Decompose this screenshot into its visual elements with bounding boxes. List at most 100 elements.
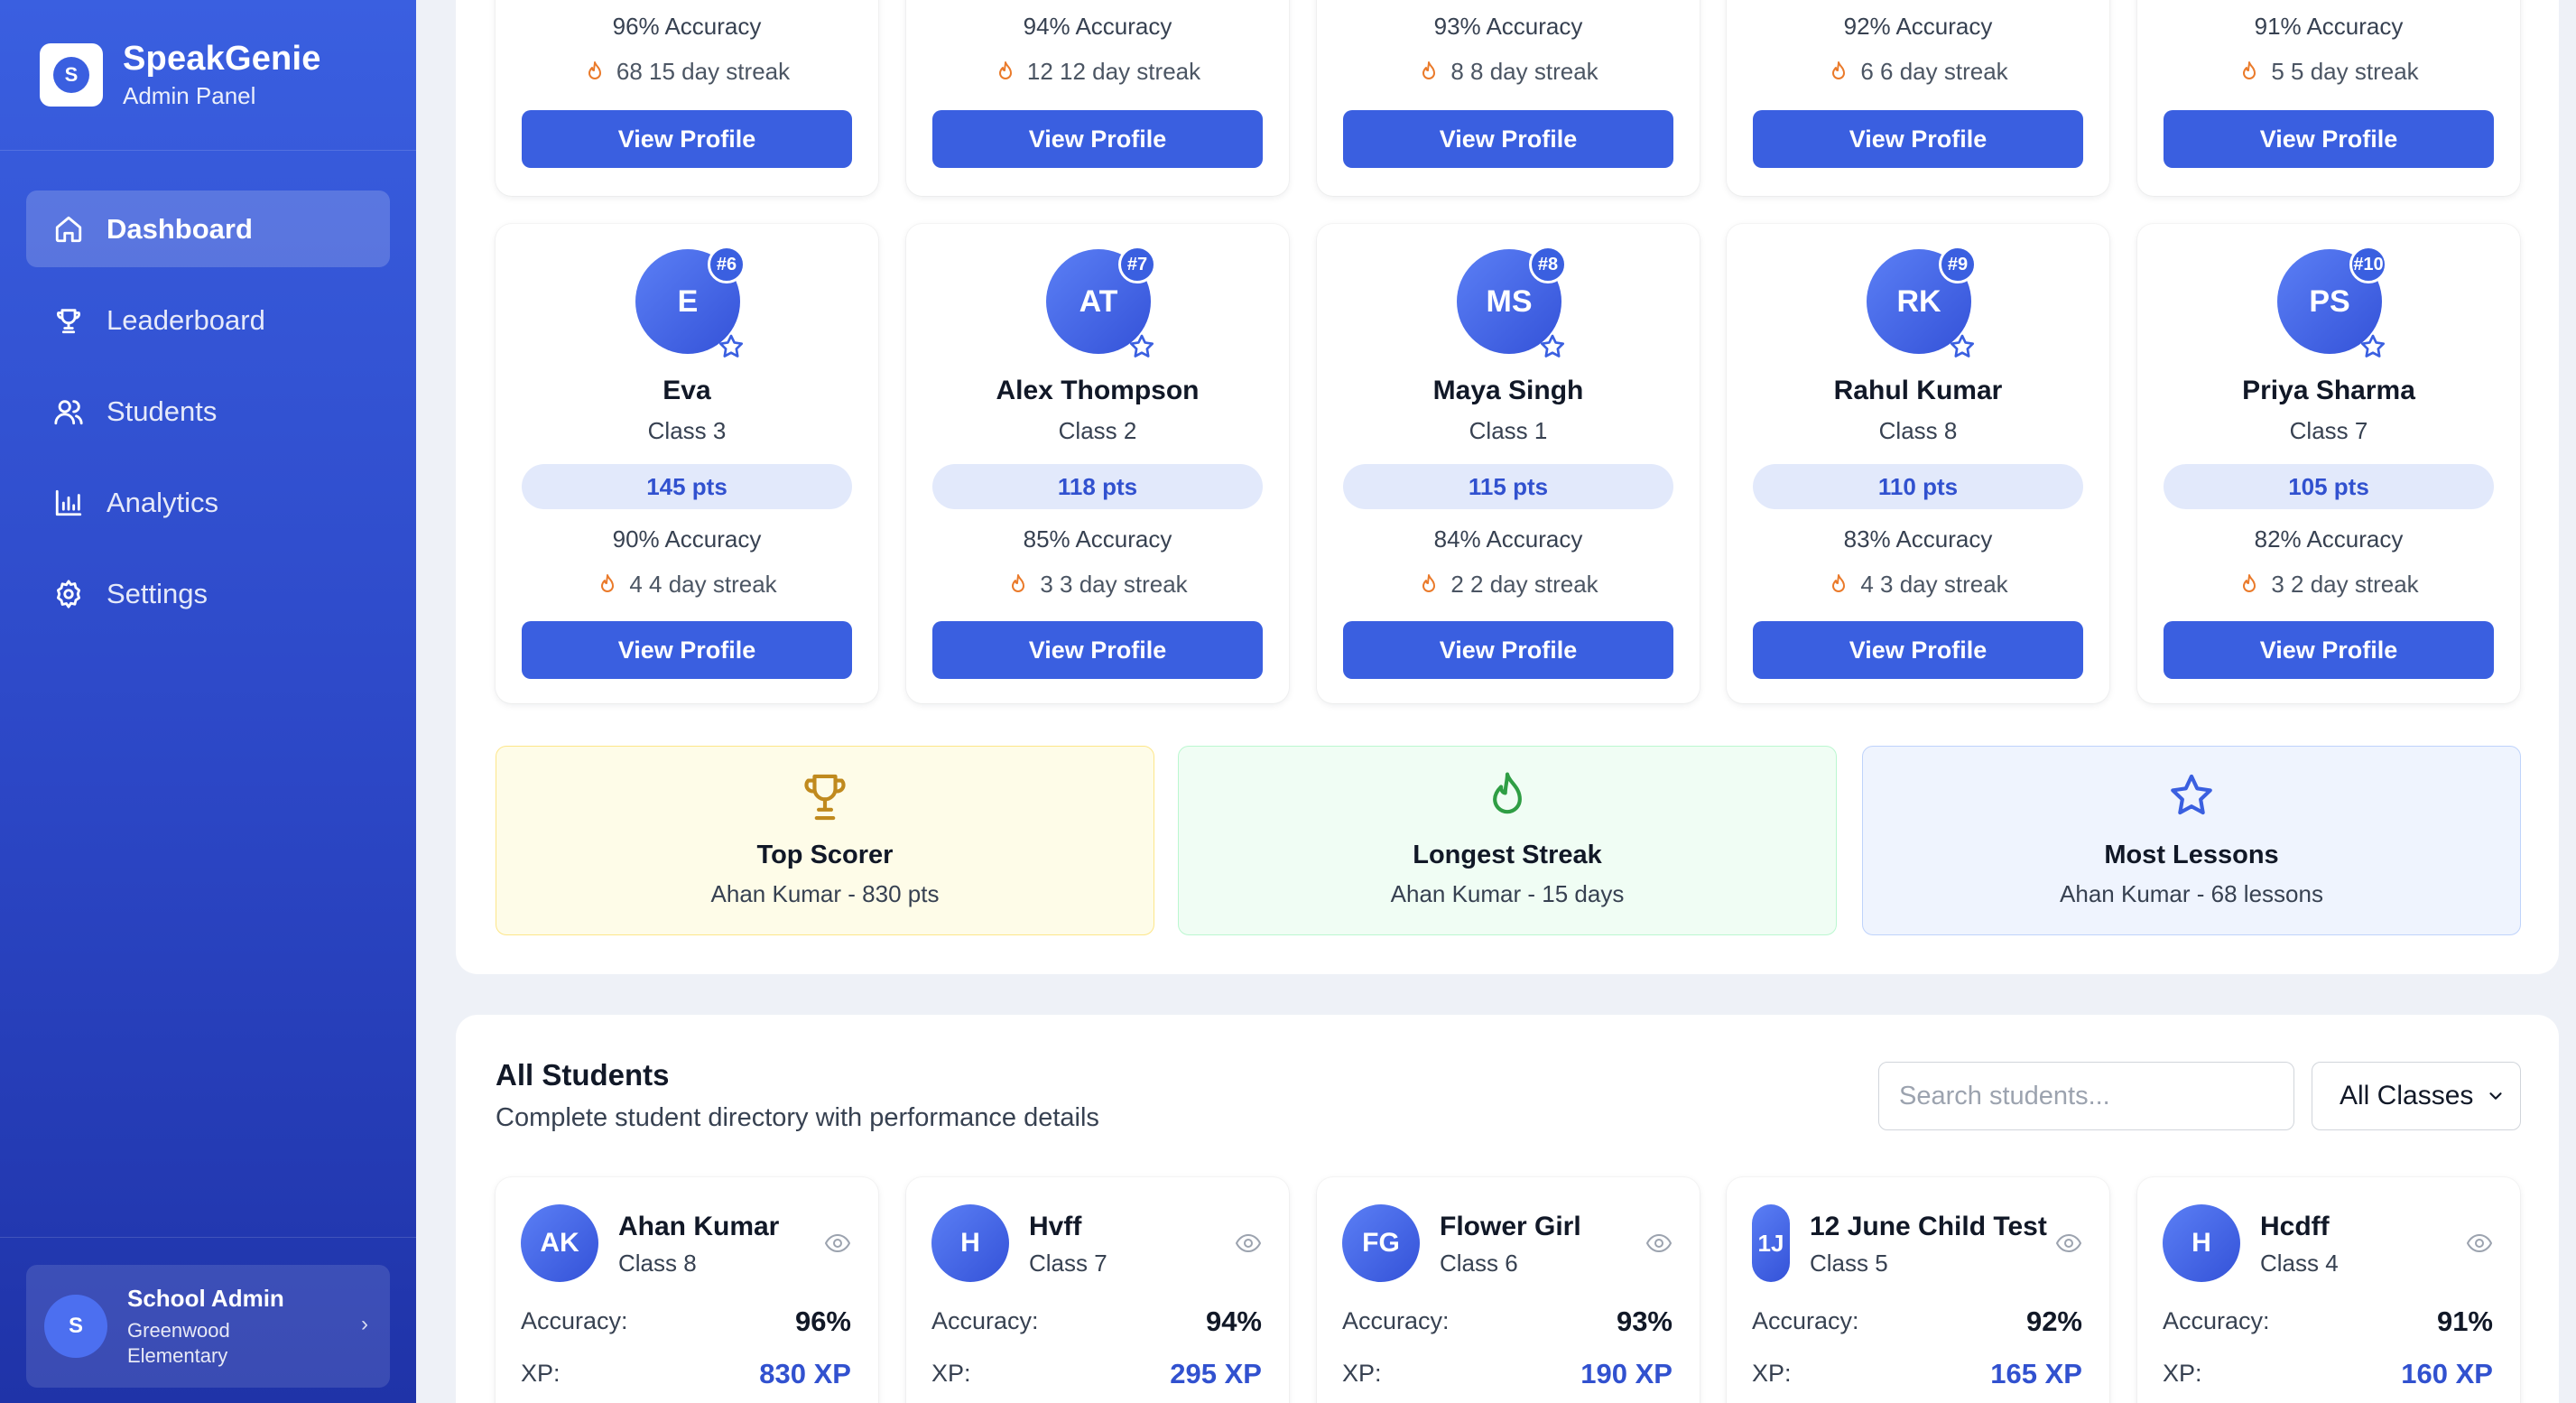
view-profile-button[interactable]: View Profile xyxy=(932,621,1263,679)
streak-text: 12 12 day streak xyxy=(906,58,1289,86)
bar-chart-icon xyxy=(55,489,82,516)
chevron-down-icon xyxy=(2489,1092,2502,1100)
rank-badge: #9 xyxy=(1939,246,1977,283)
eye-icon[interactable] xyxy=(2466,1231,2493,1255)
student-card: H Hcdff Class 4 Accuracy: 91% XP: 160 XP xyxy=(2137,1177,2520,1403)
xp-label: XP: xyxy=(2163,1360,2202,1387)
accuracy-value: 96% xyxy=(794,1305,851,1337)
eye-icon[interactable] xyxy=(824,1231,851,1255)
flame-icon xyxy=(2243,573,2256,592)
sidebar-item-students[interactable]: Students xyxy=(26,373,390,450)
sidebar-item-settings[interactable]: Settings xyxy=(26,555,390,632)
student-name: 12 June Child Test xyxy=(1810,1212,2047,1241)
view-profile-button[interactable]: View Profile xyxy=(1753,110,2083,168)
flame-icon xyxy=(1493,772,1522,814)
streak-text: 3 2 day streak xyxy=(2137,571,2520,599)
app-title: SpeakGenie xyxy=(123,40,321,78)
points-badge: 115 pts xyxy=(1343,464,1673,509)
accuracy-label: Accuracy: xyxy=(2163,1307,2270,1334)
view-profile-button[interactable]: View Profile xyxy=(932,110,1263,168)
avatar: S xyxy=(44,1295,107,1358)
accuracy-value: 93% xyxy=(1616,1305,1673,1337)
view-profile-button[interactable]: View Profile xyxy=(2164,621,2494,679)
streak-text: 4 3 day streak xyxy=(1727,571,2109,599)
star-icon xyxy=(718,334,744,358)
top-student-card: 93% Accuracy 8 8 day streak View Profile xyxy=(1317,0,1700,196)
sidebar-item-dashboard[interactable]: Dashboard xyxy=(26,190,390,267)
leaderboard-card: MS #8 Maya Singh Class 1 115 pts 84% Accu… xyxy=(1317,224,1700,703)
avatar: FG xyxy=(1342,1204,1420,1282)
accuracy-value: 91% xyxy=(2436,1305,2493,1337)
student-card: FG Flower Girl Class 6 Accuracy: 93% XP:… xyxy=(1317,1177,1700,1403)
sidebar-item-leaderboard[interactable]: Leaderboard xyxy=(26,282,390,358)
section-subtitle: Complete student directory with performa… xyxy=(496,1103,1099,1132)
sidebar: S SpeakGenie Admin Panel Dashboard Leade… xyxy=(0,0,416,1403)
top-student-card: 96% Accuracy 68 15 day streak View Profi… xyxy=(496,0,878,196)
achievement-detail: Ahan Kumar - 830 pts xyxy=(710,880,940,907)
xp-label: XP: xyxy=(1752,1360,1792,1387)
eye-icon[interactable] xyxy=(1235,1231,1262,1255)
accuracy-text: 92% Accuracy xyxy=(1843,13,1993,40)
flame-icon xyxy=(1422,573,1436,592)
xp-value: 190 XP xyxy=(1580,1358,1673,1389)
user-name: School Admin xyxy=(127,1284,284,1312)
student-name: Flower Girl xyxy=(1440,1212,1581,1241)
achievement-detail: Ahan Kumar - 68 lessons xyxy=(2060,880,2323,907)
accuracy-label: Accuracy: xyxy=(521,1307,628,1334)
flame-icon xyxy=(1832,573,1846,592)
search-input[interactable] xyxy=(1878,1062,2294,1130)
student-card: AK Ahan Kumar Class 8 Accuracy: 96% XP: … xyxy=(496,1177,878,1403)
eye-icon[interactable] xyxy=(2055,1231,2082,1255)
accuracy-text: 83% Accuracy xyxy=(1843,525,1993,553)
points-badge: 145 pts xyxy=(522,464,852,509)
eye-icon[interactable] xyxy=(1645,1231,1673,1255)
points-badge: 110 pts xyxy=(1753,464,2083,509)
star-icon xyxy=(2360,334,2386,358)
student-name: Eva xyxy=(663,376,711,405)
achievement-title: Top Scorer xyxy=(756,841,894,869)
student-name: Hvff xyxy=(1029,1212,1082,1241)
streak-text: 3 3 day streak xyxy=(906,571,1289,599)
sidebar-item-analytics[interactable]: Analytics xyxy=(26,464,390,541)
student-name: Hcdff xyxy=(2260,1212,2330,1241)
sidebar-item-label: Leaderboard xyxy=(107,303,265,336)
points-badge: 118 pts xyxy=(932,464,1263,509)
student-name: Rahul Kumar xyxy=(1833,376,2003,405)
achievement-detail: Ahan Kumar - 15 days xyxy=(1390,880,1625,907)
xp-value: 160 XP xyxy=(2401,1358,2493,1389)
view-profile-button[interactable]: View Profile xyxy=(1343,110,1673,168)
view-profile-button[interactable]: View Profile xyxy=(522,110,852,168)
view-profile-button[interactable]: View Profile xyxy=(1753,621,2083,679)
user-profile-card[interactable]: S School Admin Greenwood Elementary › xyxy=(26,1265,390,1388)
achievement-longest-streak: Longest Streak Ahan Kumar - 15 days xyxy=(1178,746,1837,935)
achievement-top-scorer: Top Scorer Ahan Kumar - 830 pts xyxy=(496,746,1154,935)
avatar: AK xyxy=(521,1204,598,1282)
brand: S SpeakGenie Admin Panel xyxy=(0,0,416,151)
view-profile-button[interactable]: View Profile xyxy=(2164,110,2494,168)
star-icon xyxy=(2171,774,2212,815)
class-filter-select[interactable]: All Classes xyxy=(2312,1062,2521,1130)
app-logo: S xyxy=(40,43,103,107)
view-profile-button[interactable]: View Profile xyxy=(1343,621,1673,679)
app-subtitle: Admin Panel xyxy=(123,82,256,109)
gear-icon xyxy=(56,579,81,609)
accuracy-text: 82% Accuracy xyxy=(2254,525,2404,553)
rank-badge: #10 xyxy=(2349,246,2387,283)
student-class: Class 8 xyxy=(1878,417,1958,444)
rank-badge: #8 xyxy=(1529,246,1567,283)
sidebar-nav: Dashboard Leaderboard Students Analytics… xyxy=(0,190,416,632)
star-icon xyxy=(1950,334,1975,358)
xp-label: XP: xyxy=(931,1360,971,1387)
section-title: All Students xyxy=(496,1058,670,1092)
sidebar-item-label: Students xyxy=(107,395,218,427)
sidebar-item-label: Settings xyxy=(107,577,208,609)
trophy-icon xyxy=(804,774,846,821)
avatar: H xyxy=(2163,1204,2240,1282)
logo-letter: S xyxy=(53,57,89,93)
flame-icon xyxy=(998,60,1012,79)
accuracy-text: 93% Accuracy xyxy=(1433,13,1583,40)
accuracy-value: 92% xyxy=(2025,1305,2082,1337)
xp-value: 165 XP xyxy=(1990,1358,2082,1389)
view-profile-button[interactable]: View Profile xyxy=(522,621,852,679)
streak-text: 4 4 day streak xyxy=(496,571,878,599)
